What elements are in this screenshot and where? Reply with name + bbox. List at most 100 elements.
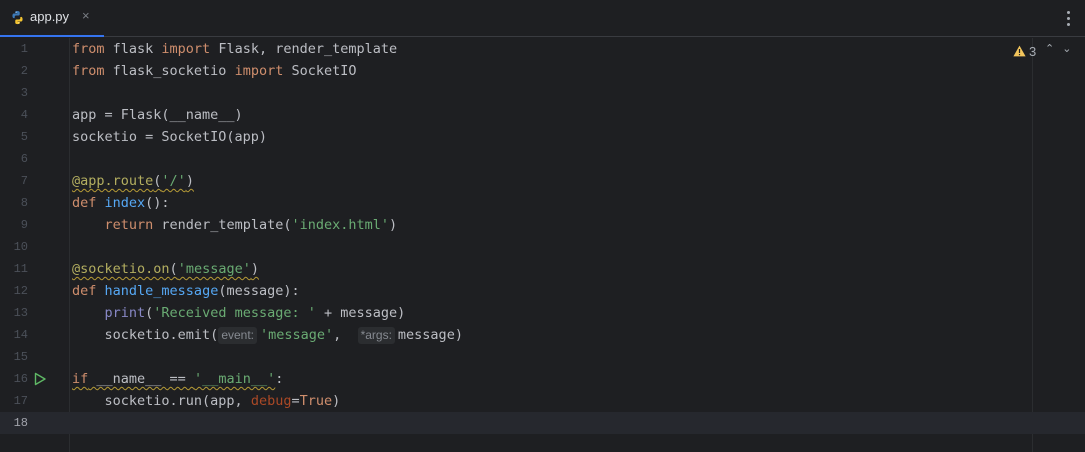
code-token: (message): (218, 283, 300, 299)
code-token: True (299, 393, 333, 409)
code-text: socketio.emit(event:'message', *args: mes… (72, 324, 463, 346)
code-token: (): (145, 195, 170, 211)
code-token: ) (250, 261, 259, 277)
code-token: socketio = SocketIO(app) (72, 129, 268, 145)
line-number: 6 (20, 152, 28, 166)
code-token: from (72, 41, 105, 57)
line-number: 3 (20, 86, 28, 100)
code-text: app = Flask(__name__) (72, 104, 243, 126)
code-token: 'message' (177, 261, 251, 277)
code-line[interactable]: 7 @app.route('/') (0, 170, 1085, 192)
more-options-icon[interactable] (1065, 8, 1071, 28)
tab-app-py[interactable]: app.py × (0, 0, 104, 37)
python-file-icon (12, 10, 23, 25)
line-number: 5 (20, 130, 28, 144)
code-token: 'index.html' (291, 217, 390, 233)
code-token: def (72, 195, 97, 211)
code-line[interactable]: 18 (0, 412, 1085, 434)
code-token: import (161, 41, 211, 57)
code-line[interactable]: 10 (0, 236, 1085, 258)
code-token: 'message' (260, 327, 334, 343)
warning-count: 3 (1029, 43, 1037, 59)
code-line[interactable]: 17 socketio.run(app, debug=True) (0, 390, 1085, 412)
code-token: def (72, 283, 97, 299)
code-token: print (104, 305, 146, 321)
line-number: 9 (20, 218, 28, 232)
code-line[interactable]: 12 def handle_message(message): (0, 280, 1085, 302)
code-line[interactable]: 6 (0, 148, 1085, 170)
code-token: render_template( (153, 217, 292, 233)
code-token: socketio.emit( (72, 327, 219, 343)
code-token: debug (250, 393, 292, 409)
line-number: 17 (13, 394, 28, 408)
code-line[interactable]: 14 socketio.emit(event:'message', *args:… (0, 324, 1085, 346)
code-token: socketio.run(app, (72, 393, 251, 409)
code-text: @socketio.on('message') (72, 258, 259, 280)
code-token: , (333, 327, 358, 343)
parameter-hint: *args: (357, 327, 395, 344)
code-text: socketio = SocketIO(app) (72, 126, 267, 148)
inspections-widget[interactable]: 3 (1013, 42, 1036, 60)
code-token: SocketIO (283, 63, 357, 79)
line-number: 11 (13, 262, 28, 276)
code-token: ) (185, 173, 194, 189)
line-number: 18 (13, 416, 28, 430)
line-number: 14 (13, 328, 28, 342)
previous-highlight-button[interactable]: ⌃ (1045, 42, 1054, 55)
code-line[interactable]: 11 @socketio.on('message') (0, 258, 1085, 280)
code-editor[interactable]: 1 from flask import Flask, render_templat… (0, 38, 1085, 452)
warning-triangle-icon (1013, 45, 1026, 57)
line-number: 15 (13, 350, 28, 364)
code-token: from (72, 63, 105, 79)
code-token: flask (104, 41, 162, 57)
code-text: return render_template('index.html') (72, 214, 398, 236)
code-token: import (234, 63, 284, 79)
close-icon[interactable]: × (82, 8, 90, 23)
code-text: def handle_message(message): (72, 280, 300, 302)
code-token: ) (332, 393, 341, 409)
run-icon[interactable] (33, 372, 47, 386)
code-text: from flask_socketio import SocketIO (72, 60, 357, 82)
line-number: 4 (20, 108, 28, 122)
code-line[interactable]: 8 def index(): (0, 192, 1085, 214)
code-text: print('Received message: ' + message) (72, 302, 406, 324)
code-token: 'Received message: ' (153, 305, 316, 321)
code-token: + message) (315, 305, 406, 321)
code-token: flask_socketio (104, 63, 235, 79)
code-line[interactable]: 5 socketio = SocketIO(app) (0, 126, 1085, 148)
code-line[interactable]: 3 (0, 82, 1085, 104)
code-line[interactable]: 4 app = Flask(__name__) (0, 104, 1085, 126)
code-text: socketio.run(app, debug=True) (72, 390, 341, 412)
line-number: 10 (13, 240, 28, 254)
parameter-hint: event: (218, 327, 258, 344)
code-token: __name__ == (88, 371, 194, 387)
code-line[interactable]: 2 from flask_socketio import SocketIO (0, 60, 1085, 82)
code-text: def index(): (72, 192, 170, 214)
code-token: '__main__' (193, 371, 276, 387)
code-token: handle_message (104, 283, 219, 299)
code-token: '/' (161, 173, 186, 189)
code-token: @socketio.on (72, 261, 170, 277)
code-line[interactable]: 9 return render_template('index.html') (0, 214, 1085, 236)
line-number: 16 (13, 372, 28, 386)
code-token: ( (169, 261, 178, 277)
code-text: from flask import Flask, render_template (72, 38, 397, 60)
line-number: 7 (20, 174, 28, 188)
line-number: 8 (20, 196, 28, 210)
code-token: = (291, 393, 300, 409)
line-number: 12 (13, 284, 28, 298)
code-line[interactable]: 16 if __name__ == '__main__': (0, 368, 1085, 390)
code-token: @app.route (72, 173, 154, 189)
code-line[interactable]: 1 from flask import Flask, render_templat… (0, 38, 1085, 60)
code-token: message) (397, 327, 463, 343)
code-token: return (104, 217, 154, 233)
code-line[interactable]: 15 (0, 346, 1085, 368)
code-token: Flask, render_template (210, 41, 398, 57)
code-token: : (275, 371, 284, 387)
line-number: 13 (13, 306, 28, 320)
next-highlight-button[interactable]: ⌄ (1062, 42, 1071, 55)
code-line[interactable]: 13 print('Received message: ' + message) (0, 302, 1085, 324)
code-token: ) (389, 217, 398, 233)
